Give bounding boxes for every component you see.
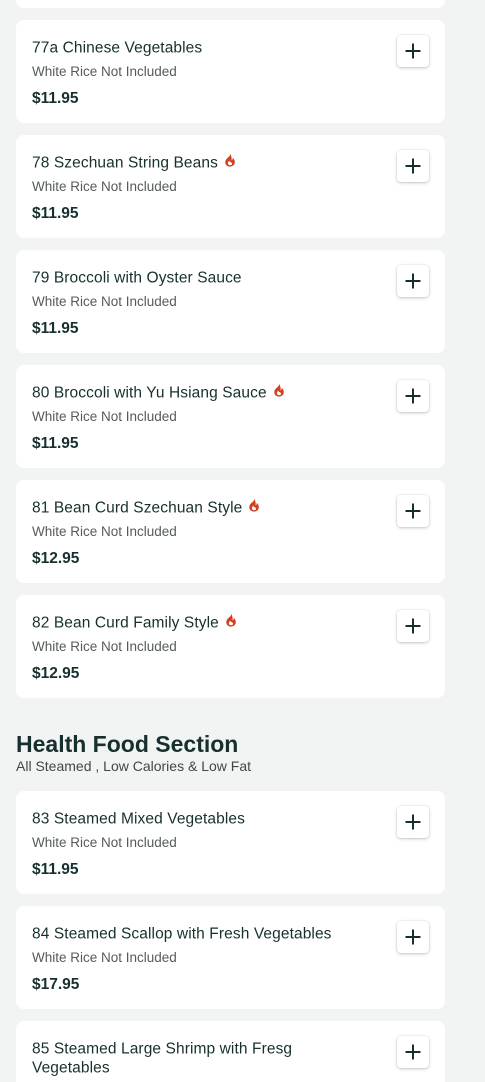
plus-icon [405,158,421,174]
flame-icon [248,498,260,512]
item-name: 80 Broccoli with Yu Hsiang Sauce [32,383,362,402]
plus-icon [405,1044,421,1060]
plus-icon [405,388,421,404]
menu-item-card[interactable]: 77a Chinese Vegetables White Rice Not In… [16,20,445,123]
menu-item-card[interactable]: 79 Broccoli with Oyster Sauce White Rice… [16,250,445,353]
plus-icon [405,43,421,59]
item-description: White Rice Not Included [32,950,177,965]
add-item-button[interactable] [397,150,429,182]
item-price: $12.95 [32,665,80,682]
item-name-text: 81 Bean Curd Szechuan Style [32,499,243,517]
add-item-button[interactable] [397,1036,429,1068]
item-name: 83 Steamed Mixed Vegetables [32,809,362,828]
add-item-button[interactable] [397,921,429,953]
item-description: White Rice Not Included [32,179,177,194]
section-title: Health Food Section [16,731,239,757]
add-item-button[interactable] [397,380,429,412]
item-description: White Rice Not Included [32,835,177,850]
item-name-text: 79 Broccoli with Oyster Sauce [32,269,242,287]
item-name-text: 77a Chinese Vegetables [32,39,203,57]
plus-icon [405,618,421,634]
menu-item-card[interactable]: 84 Steamed Scallop with Fresh Vegetables… [16,906,445,1009]
item-name: 81 Bean Curd Szechuan Style [32,498,362,517]
item-description: White Rice Not Included [32,524,177,539]
section-subtitle: All Steamed , Low Calories & Low Fat [16,758,251,774]
plus-icon [405,503,421,519]
item-name: 85 Steamed Large Shrimp with Fresg Veget… [32,1039,362,1078]
menu-page: 77a Chinese Vegetables White Rice Not In… [0,0,485,1082]
item-name: 79 Broccoli with Oyster Sauce [32,268,362,287]
item-description: White Rice Not Included [32,409,177,424]
item-price: $11.95 [32,90,79,107]
menu-item-card[interactable]: 80 Broccoli with Yu Hsiang Sauce White R… [16,365,445,468]
menu-item-card-partial[interactable] [16,0,445,8]
add-item-button[interactable] [397,265,429,297]
item-name-text: 84 Steamed Scallop with Fresh Vegetables [32,925,332,943]
item-name: 78 Szechuan String Beans [32,153,362,172]
menu-item-card[interactable]: 78 Szechuan String Beans White Rice Not … [16,135,445,238]
menu-item-card[interactable]: 85 Steamed Large Shrimp with Fresg Veget… [16,1021,445,1082]
item-price: $11.95 [32,861,79,878]
flame-icon [273,383,285,397]
flame-icon [225,613,237,627]
item-price: $11.95 [32,205,79,222]
menu-item-card[interactable]: 83 Steamed Mixed Vegetables White Rice N… [16,791,445,894]
add-item-button[interactable] [397,35,429,67]
plus-icon [405,273,421,289]
add-item-button[interactable] [397,495,429,527]
plus-icon [405,929,421,945]
item-price: $17.95 [32,976,80,993]
plus-icon [405,814,421,830]
item-name: 84 Steamed Scallop with Fresh Vegetables [32,924,362,943]
item-name-text: 78 Szechuan String Beans [32,154,218,172]
item-name-text: 82 Bean Curd Family Style [32,614,219,632]
item-price: $12.95 [32,550,80,567]
item-price: $11.95 [32,320,79,337]
item-name-text: 83 Steamed Mixed Vegetables [32,810,245,828]
item-name: 77a Chinese Vegetables [32,38,362,57]
item-name-text: 80 Broccoli with Yu Hsiang Sauce [32,384,267,402]
add-item-button[interactable] [397,610,429,642]
item-description: White Rice Not Included [32,294,177,309]
flame-icon [224,153,236,167]
menu-item-card[interactable]: 82 Bean Curd Family Style White Rice Not… [16,595,445,698]
item-name-text: 85 Steamed Large Shrimp with Fresg Veget… [32,1040,293,1077]
item-description: White Rice Not Included [32,64,177,79]
item-name: 82 Bean Curd Family Style [32,613,362,632]
menu-item-card[interactable]: 81 Bean Curd Szechuan Style White Rice N… [16,480,445,583]
item-price: $11.95 [32,435,79,452]
item-description: White Rice Not Included [32,639,177,654]
add-item-button[interactable] [397,806,429,838]
